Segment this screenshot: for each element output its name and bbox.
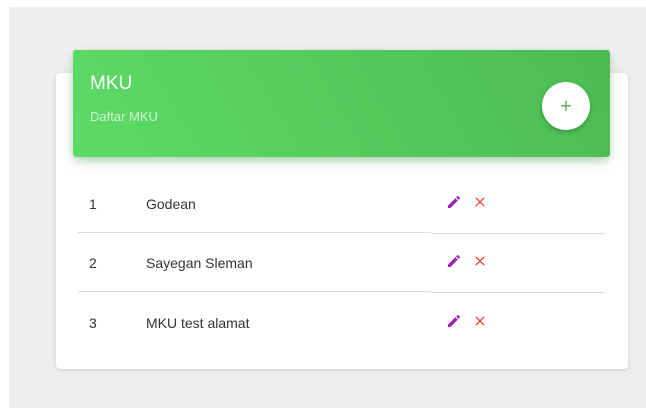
table-row: 2 Sayegan Sleman (78, 234, 605, 293)
row-number: 3 (89, 315, 97, 331)
add-mku-button[interactable]: + (542, 82, 590, 130)
row-name: MKU test alamat (146, 315, 250, 331)
row-divider (78, 232, 431, 233)
row-number: 2 (89, 255, 97, 271)
row-name: Sayegan Sleman (146, 255, 253, 271)
row-actions (446, 251, 488, 271)
row-name: Godean (146, 196, 196, 212)
close-icon[interactable] (472, 253, 488, 269)
table-row: 3 MKU test alamat (78, 294, 605, 352)
row-actions (446, 311, 488, 331)
row-divider (78, 291, 431, 292)
card-header: MKU Daftar MKU + (73, 50, 610, 157)
plus-icon: + (559, 96, 573, 115)
table-row: 1 Godean (78, 175, 605, 234)
close-icon[interactable] (472, 313, 488, 329)
pencil-icon[interactable] (446, 313, 462, 329)
row-actions (446, 192, 488, 212)
row-number: 1 (89, 196, 97, 212)
row-divider (431, 292, 605, 293)
pencil-icon[interactable] (446, 194, 462, 210)
pencil-icon[interactable] (446, 253, 462, 269)
page-title: MKU (90, 73, 133, 94)
page-subtitle: Daftar MKU (90, 109, 158, 124)
close-icon[interactable] (472, 194, 488, 210)
